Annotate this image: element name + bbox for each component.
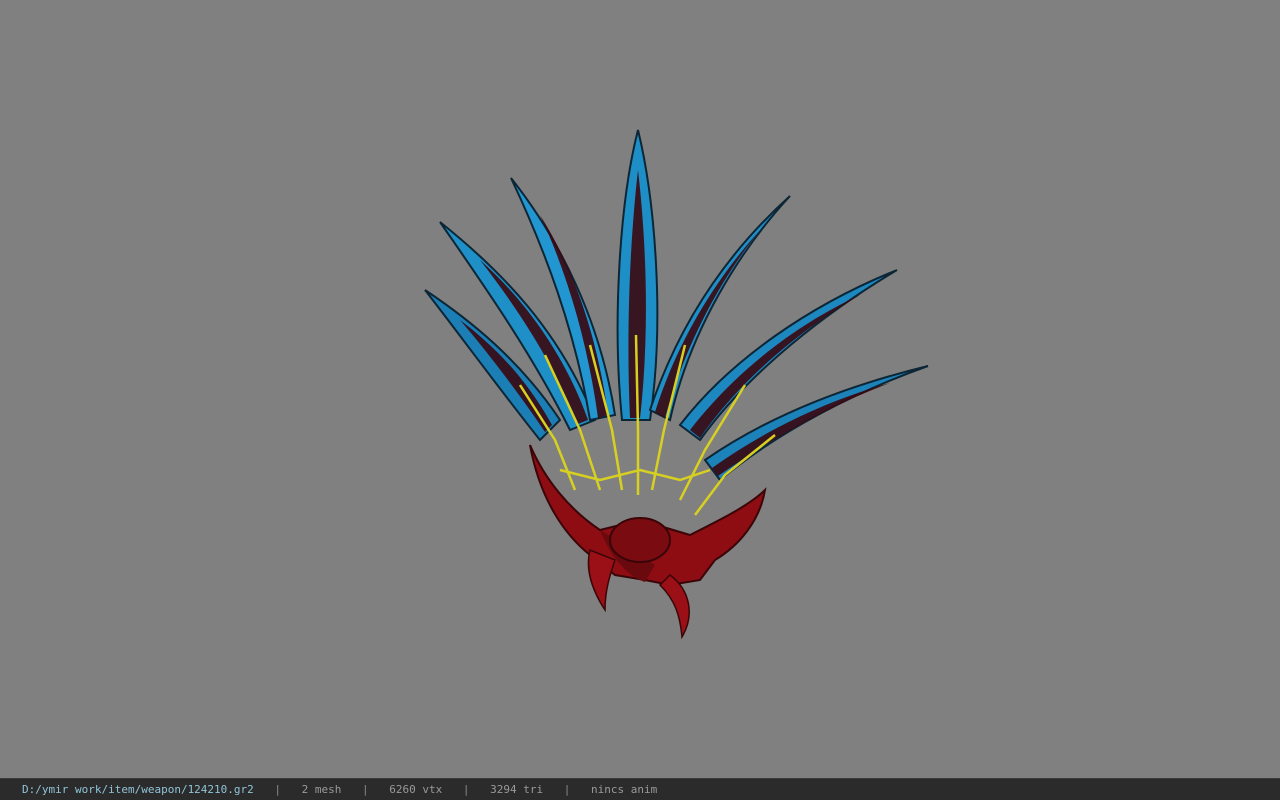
mesh-count: 2 mesh — [301, 783, 342, 796]
separator: | — [462, 783, 470, 796]
blade-group — [424, 129, 929, 482]
separator: | — [274, 783, 282, 796]
3d-viewport[interactable] — [0, 0, 1280, 778]
separator: | — [362, 783, 369, 796]
status-bar: D:/ymir work/item/weapon/124210.gr2 | 2 … — [0, 778, 1280, 800]
red-guard — [529, 444, 767, 640]
file-path: D:/ymir work/item/weapon/124210.gr2 — [22, 783, 254, 796]
triangle-count: 3294 tri — [490, 783, 544, 796]
left-fang — [587, 548, 616, 613]
vertex-count: 6260 vtx — [389, 783, 443, 796]
separator: | — [563, 783, 571, 796]
weapon-model — [424, 129, 929, 640]
animation-status: nincs anim — [591, 783, 658, 796]
right-fang — [658, 574, 690, 640]
